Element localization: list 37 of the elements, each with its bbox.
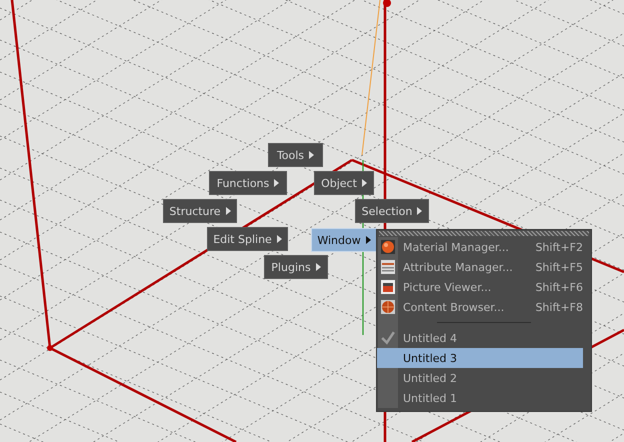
caret-icon <box>226 207 231 215</box>
menu-button[interactable]: Window <box>311 228 377 252</box>
list-icon <box>381 260 395 274</box>
menu-item[interactable]: Content Browser... Shift+F8 <box>377 297 591 317</box>
caret-icon <box>366 236 371 244</box>
shortcut-label: Shift+F8 <box>535 300 583 314</box>
menu-button[interactable]: Structure <box>163 199 237 223</box>
document-item[interactable]: Untitled 2 <box>377 368 591 388</box>
menu-button[interactable]: Selection <box>355 199 429 223</box>
caret-icon <box>362 179 367 187</box>
caret-icon <box>316 263 321 271</box>
checkmark-icon <box>381 331 395 345</box>
document-item[interactable]: Untitled 3 <box>377 348 583 368</box>
caret-icon <box>274 179 280 187</box>
menu-item-label: Material Manager... <box>403 240 510 254</box>
picture-icon <box>381 280 395 294</box>
menu-button[interactable]: Plugins <box>264 255 328 279</box>
caret-icon <box>417 207 422 215</box>
menu-button[interactable]: Functions <box>209 171 287 195</box>
menu-item[interactable]: Attribute Manager... Shift+F5 <box>377 257 591 277</box>
document-item[interactable]: Untitled 1 <box>377 388 591 408</box>
menu-item-label: Attribute Manager... <box>403 260 514 274</box>
menu-button[interactable]: Object <box>314 171 374 195</box>
menu-button[interactable]: Tools <box>268 143 323 167</box>
shortcut-label: Shift+F5 <box>535 260 583 274</box>
shortcut-label: Shift+F2 <box>535 240 583 254</box>
menu-item[interactable]: Picture Viewer... Shift+F6 <box>377 277 591 297</box>
menu-item[interactable]: Material Manager... Shift+F2 <box>377 237 591 257</box>
globe-icon <box>381 300 395 314</box>
menu-item-label: Picture Viewer... <box>403 280 492 294</box>
sphere-icon <box>381 240 395 254</box>
caret-icon <box>309 151 314 159</box>
shortcut-label: Shift+F6 <box>535 280 583 294</box>
menu-button[interactable]: Edit Spline <box>207 227 288 251</box>
document-item[interactable]: Untitled 4 <box>377 328 591 348</box>
caret-icon <box>276 235 282 243</box>
menu-item-label: Content Browser... <box>403 300 506 314</box>
